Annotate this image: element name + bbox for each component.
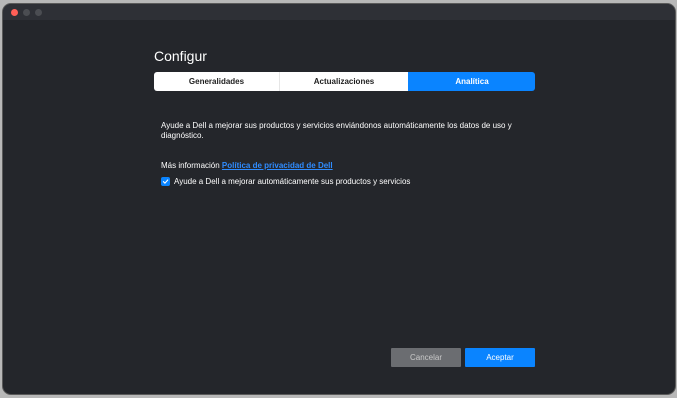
checkmark-icon (162, 179, 169, 184)
page-title: Configur (154, 48, 207, 64)
tab-general[interactable]: Generalidades (154, 72, 279, 91)
improve-dell-checkbox-row[interactable]: Ayude a Dell a mejorar automáticamente s… (161, 176, 410, 187)
more-info-label: Más información (161, 161, 220, 170)
more-info-row: Más información Política de privacidad d… (161, 161, 333, 170)
cancel-button[interactable]: Cancelar (391, 348, 461, 367)
tab-updates[interactable]: Actualizaciones (279, 72, 408, 91)
tab-analytics[interactable]: Analítica (408, 72, 535, 91)
analytics-description: Ayude a Dell a mejorar sus productos y s… (161, 121, 512, 140)
maximize-window-button[interactable] (35, 9, 42, 16)
settings-window: Configur Generalidades Actualizaciones A… (3, 4, 675, 394)
improve-dell-checkbox-label: Ayude a Dell a mejorar automáticamente s… (174, 177, 411, 186)
tab-bar: Generalidades Actualizaciones Analítica (154, 72, 535, 91)
minimize-window-button[interactable] (23, 9, 30, 16)
improve-dell-checkbox[interactable] (161, 177, 170, 186)
title-bar[interactable] (3, 4, 675, 20)
accept-button[interactable]: Aceptar (465, 348, 535, 367)
close-window-button[interactable] (11, 9, 18, 16)
privacy-policy-link[interactable]: Política de privacidad de Dell (222, 161, 333, 170)
